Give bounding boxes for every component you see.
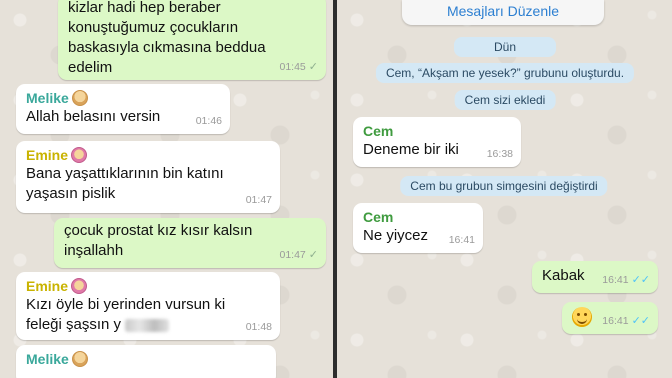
read-double-check-icon: ✓✓ <box>631 274 650 286</box>
face-emoji-icon <box>71 351 88 367</box>
message-outgoing[interactable]: Kabak 16:41 ✓✓ <box>532 261 658 293</box>
left-chat-panel[interactable]: kizlar hadi hep beraber konuştuğumuz çoc… <box>0 0 333 378</box>
message-line: çocuk prostat kız kısır kalsın <box>64 222 253 239</box>
message-time: 16:41 <box>448 234 475 246</box>
message-incoming[interactable]: Emine Bana yaşattıklarının bin katını ya… <box>16 141 280 213</box>
message-incoming[interactable]: Cem Ne yiycez 16:41 <box>353 203 483 253</box>
message-text: Allah belasını versin <box>26 108 161 125</box>
message-line: Kızı öyle bi yerinden vursun ki <box>26 296 226 313</box>
system-message: Cem, “Akşam ne yesek?” grubunu oluşturdu… <box>375 63 635 83</box>
message-outgoing[interactable]: çocuk prostat kız kısır kalsın inşallahh… <box>54 218 326 268</box>
date-divider: Dün <box>454 37 556 57</box>
smiley-emoji-icon <box>572 307 592 328</box>
sender-name[interactable]: Emine <box>26 277 270 295</box>
message-time: 01:47 <box>245 194 272 206</box>
edit-messages-button[interactable]: Mesajları Düzenle <box>402 0 604 25</box>
message-line: yaşasın pislik <box>26 185 116 202</box>
sender-name[interactable]: Cem <box>363 122 511 140</box>
sender-name[interactable]: Cem <box>363 208 473 226</box>
sent-check-icon: ✓ <box>308 249 318 261</box>
sender-name[interactable]: Emine <box>26 146 270 164</box>
message-line: inşallahh <box>64 242 124 259</box>
message-incoming[interactable]: Melike Allah belasını versin 01:46 <box>16 84 230 134</box>
message-outgoing[interactable]: 16:41 ✓✓ <box>562 302 658 334</box>
message-incoming[interactable]: Melike <box>16 345 276 378</box>
message-time: 01:46 <box>195 115 222 127</box>
message-incoming[interactable]: Cem Deneme bir iki 16:38 <box>353 117 521 167</box>
read-double-check-icon: ✓✓ <box>631 315 650 327</box>
message-time: 16:38 <box>486 148 513 160</box>
message-line: feleği şaşsın y <box>26 315 270 335</box>
sender-name[interactable]: Melike <box>26 350 266 368</box>
face-emoji-icon <box>71 90 88 106</box>
message-line: baskasıyla cıkmasına beddua <box>68 39 266 56</box>
screenshot-root: kizlar hadi hep beraber konuştuğumuz çoc… <box>0 0 672 378</box>
message-outgoing[interactable]: kizlar hadi hep beraber konuştuğumuz çoc… <box>58 0 326 80</box>
message-time: 16:41 ✓✓ <box>602 274 650 286</box>
message-time: 01:48 <box>245 321 272 333</box>
redacted-text <box>125 318 170 332</box>
message-time: 01:45 ✓ <box>279 61 319 73</box>
message-line: konuştuğumuz çocukların <box>68 19 239 36</box>
sender-name[interactable]: Melike <box>26 89 220 107</box>
system-message: Cem bu grubun simgesini değiştirdi <box>400 176 608 196</box>
face-emoji-icon <box>71 278 88 294</box>
face-emoji-icon <box>71 147 88 163</box>
message-time: 16:41 ✓✓ <box>602 315 650 327</box>
message-time: 01:47 ✓ <box>279 249 319 261</box>
message-incoming[interactable]: Emine Kızı öyle bi yerinden vursun ki fe… <box>16 272 280 340</box>
system-message: Cem sizi ekledi <box>454 90 556 110</box>
message-line: Bana yaşattıklarının bin katını <box>26 165 224 182</box>
message-line: kizlar hadi hep beraber <box>68 0 221 16</box>
sent-check-icon: ✓ <box>308 61 318 73</box>
